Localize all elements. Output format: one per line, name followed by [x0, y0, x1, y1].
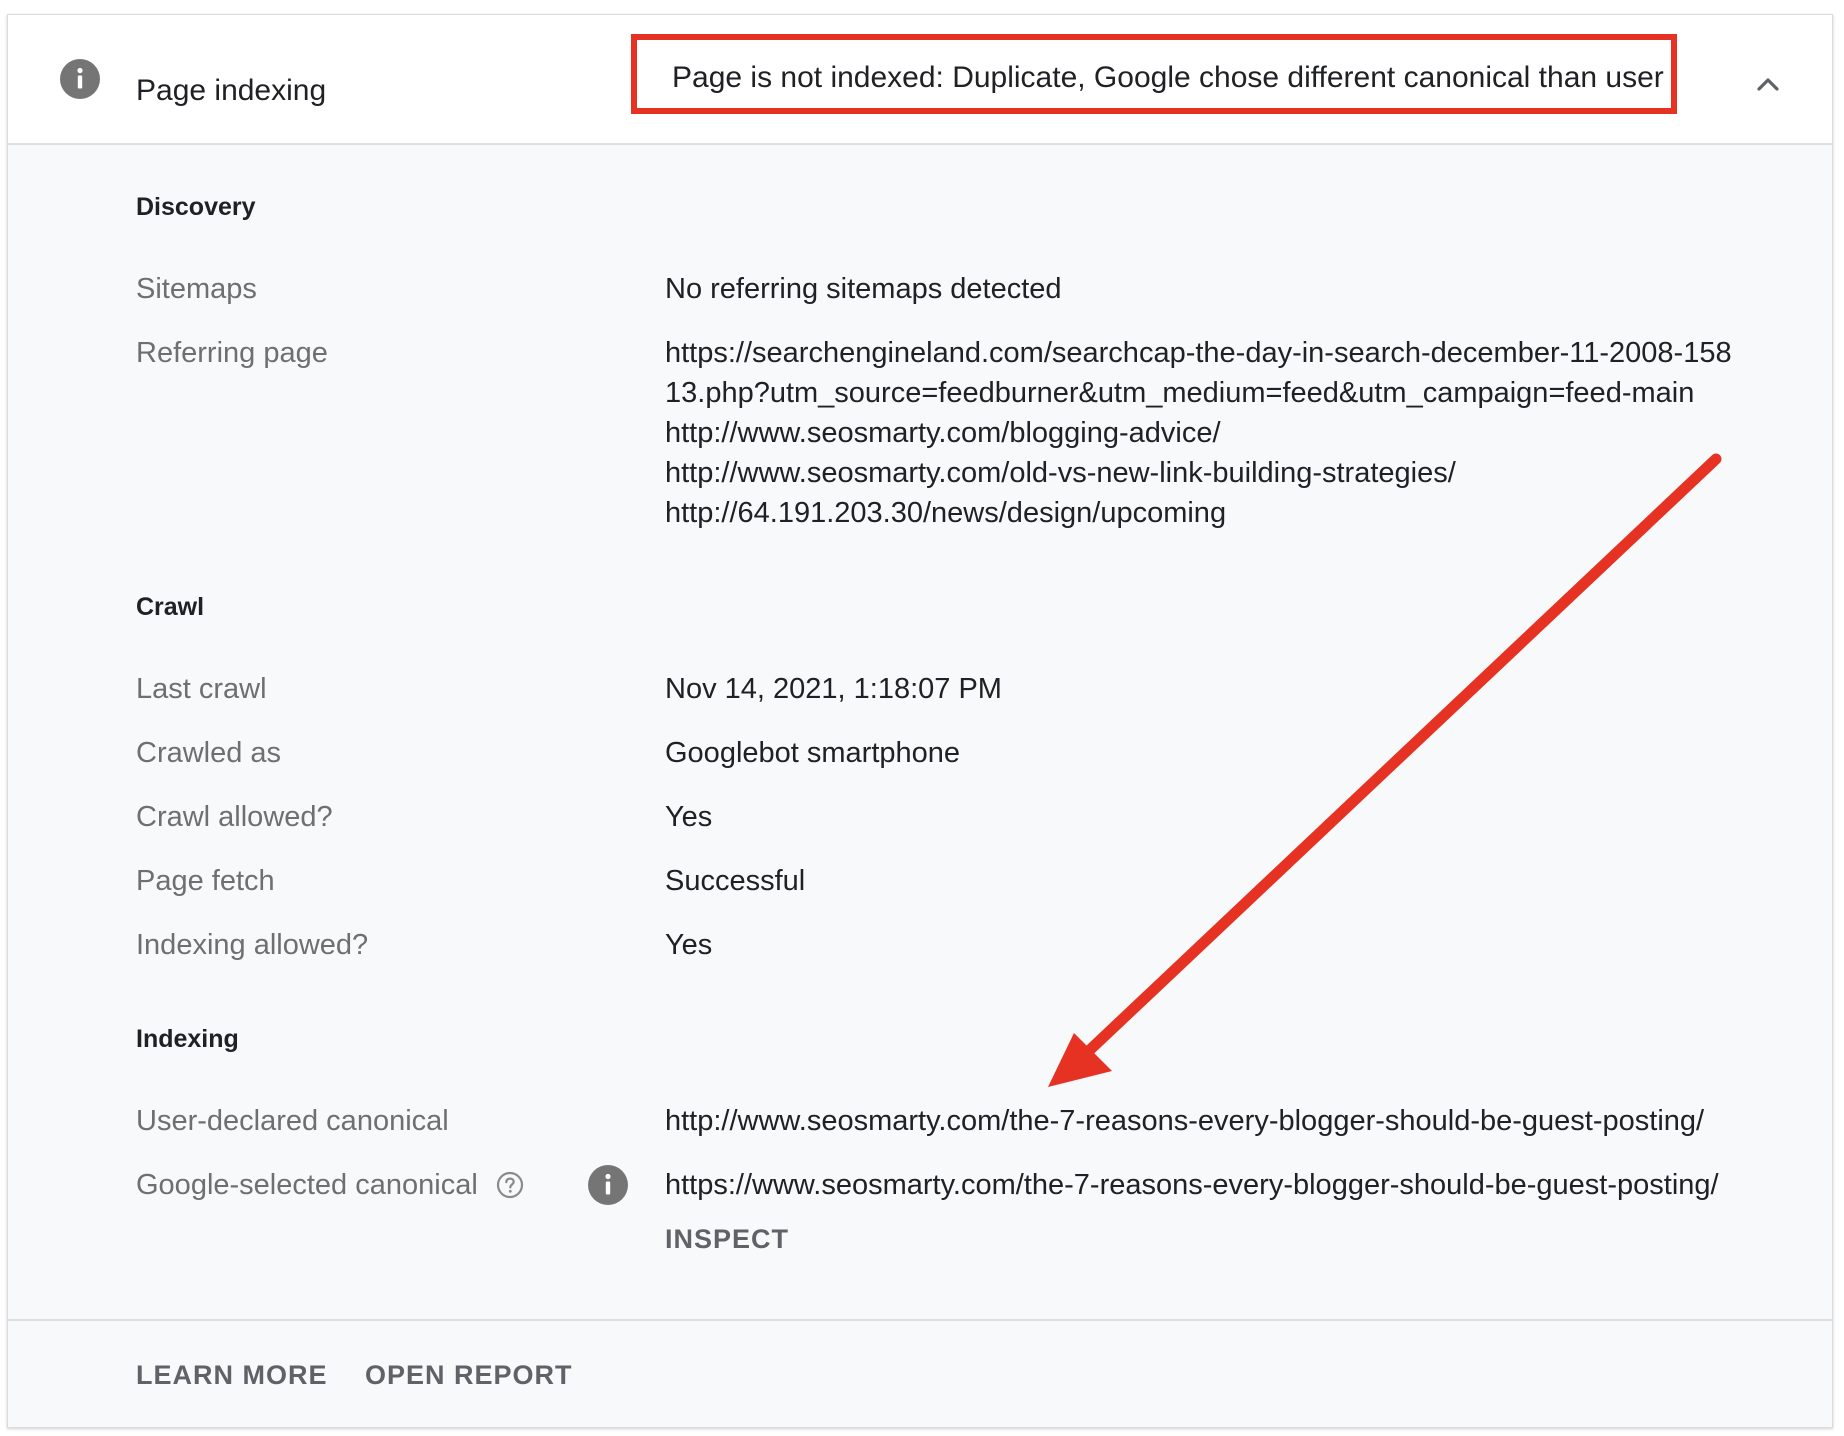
info-icon[interactable]	[588, 1165, 628, 1205]
discovery-heading: Discovery	[136, 193, 256, 221]
referring-page-line: 13.php?utm_source=feedburner&utm_medium=…	[665, 377, 1695, 409]
crawl-allowed-value: Yes	[665, 801, 713, 833]
chevron-up-icon	[1757, 78, 1779, 91]
screenshot-frame: Page indexing Page is not indexed: Dupli…	[0, 0, 1844, 1436]
referring-page-line: http://www.seosmarty.com/old-vs-new-link…	[665, 457, 1456, 489]
user-canonical-value: http://www.seosmarty.com/the-7-reasons-e…	[665, 1105, 1705, 1137]
crawled-as-label: Crawled as	[136, 737, 282, 769]
referring-page-line: http://www.seosmarty.com/blogging-advice…	[665, 417, 1221, 449]
card-header[interactable]: Page indexing Page is not indexed: Dupli…	[8, 15, 1832, 145]
card-title: Page indexing	[136, 74, 327, 107]
sitemaps-value: No referring sitemaps detected	[665, 273, 1062, 305]
status-highlight-box: Page is not indexed: Duplicate, Google c…	[631, 34, 1677, 114]
indexing-allowed-value: Yes	[665, 929, 713, 961]
crawl-allowed-label: Crawl allowed?	[136, 801, 333, 833]
annotation-arrow	[1048, 453, 1722, 1087]
google-canonical-value: https://www.seosmarty.com/the-7-reasons-…	[665, 1169, 1719, 1201]
page-fetch-value: Successful	[665, 865, 806, 897]
card-footer: LEARN MORE OPEN REPORT	[8, 1319, 1832, 1427]
google-canonical-label-row: Google-selected canonical	[136, 1165, 524, 1205]
learn-more-button[interactable]: LEARN MORE	[136, 1357, 328, 1393]
collapse-button[interactable]	[1746, 63, 1790, 107]
crawled-as-value: Googlebot smartphone	[665, 737, 961, 769]
google-canonical-label: Google-selected canonical	[136, 1169, 478, 1201]
sitemaps-label: Sitemaps	[136, 273, 257, 305]
indexing-allowed-label: Indexing allowed?	[136, 929, 369, 961]
help-icon[interactable]	[496, 1171, 524, 1199]
info-icon	[60, 59, 100, 99]
indexing-heading: Indexing	[136, 1025, 239, 1053]
last-crawl-value: Nov 14, 2021, 1:18:07 PM	[665, 673, 1002, 705]
referring-page-label: Referring page	[136, 337, 328, 369]
referring-page-line: https://searchengineland.com/searchcap-t…	[665, 337, 1732, 369]
page-fetch-label: Page fetch	[136, 865, 275, 897]
page-indexing-card: Page indexing Page is not indexed: Dupli…	[7, 14, 1833, 1428]
last-crawl-label: Last crawl	[136, 673, 267, 705]
referring-page-line: http://64.191.203.30/news/design/upcomin…	[665, 497, 1227, 529]
indexing-status: Page is not indexed: Duplicate, Google c…	[672, 61, 1664, 94]
crawl-heading: Crawl	[136, 593, 205, 621]
user-canonical-label: User-declared canonical	[136, 1105, 449, 1137]
inspect-link[interactable]: INSPECT	[665, 1221, 789, 1257]
open-report-button[interactable]: OPEN REPORT	[365, 1357, 573, 1393]
